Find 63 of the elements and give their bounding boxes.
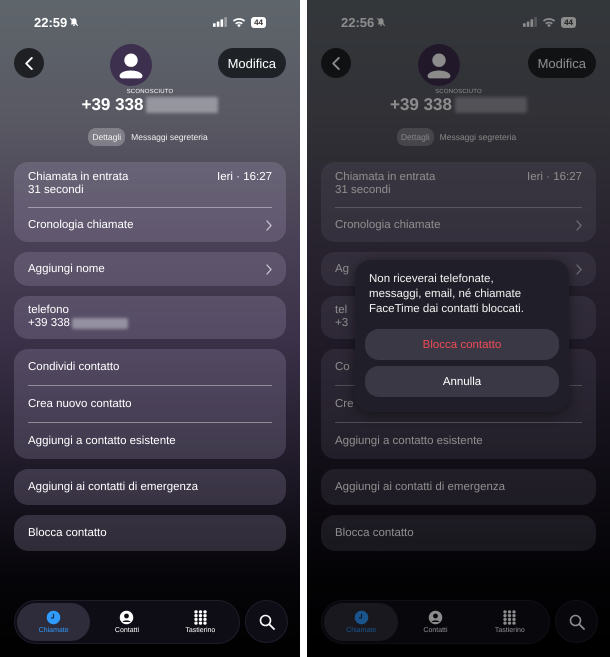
avatar-icon (418, 44, 460, 86)
chevron-left-icon (25, 56, 33, 70)
clock-icon (354, 610, 369, 625)
phone-number: +39 338 (390, 95, 452, 115)
row-label[interactable]: Cronologia chiamate (335, 218, 440, 232)
action-label[interactable]: Blocca contatto (28, 526, 107, 540)
call-type: Chiamata in entrata (335, 171, 436, 184)
muted-bell-icon (376, 17, 386, 27)
chevron-left-icon (332, 56, 340, 70)
keypad-icon (192, 610, 208, 625)
row-label[interactable]: Ag (335, 262, 350, 276)
phone-value[interactable]: +3 (335, 317, 348, 330)
segment-tab[interactable]: Dettagli (88, 128, 126, 146)
clock-icon (46, 610, 62, 625)
edit-button[interactable]: Modifica (528, 48, 596, 78)
chevron-right-icon[interactable] (576, 220, 582, 230)
chevron-right-icon[interactable] (576, 264, 582, 274)
phone-value[interactable]: +39 338 (28, 317, 70, 330)
block-button[interactable]: Blocca contatto (365, 329, 559, 360)
keypad-icon (502, 610, 518, 625)
action-label[interactable]: Aggiungi a contatto esistente (335, 434, 483, 448)
field-label: tel (335, 304, 348, 317)
search-button[interactable] (245, 600, 288, 643)
wifi-icon (232, 16, 246, 28)
action-label[interactable]: Aggiungi ai contatti di emergenza (28, 480, 198, 494)
battery-indicator: 44 (561, 16, 576, 28)
call-time: Ieri · 16:27 (527, 171, 582, 184)
segment-tab[interactable]: Messaggi segreteria (436, 128, 520, 146)
alert-message: Non riceverai telefonate, messaggi, email, né chiamate FaceTime dai contatti bloccati. (368, 272, 525, 317)
back-button[interactable] (321, 48, 351, 78)
call-duration: 31 secondi (335, 184, 392, 197)
search-icon (568, 614, 584, 630)
call-type: Chiamata in entrata (28, 171, 128, 184)
action-label[interactable]: Condividi contatto (28, 360, 120, 374)
row-label[interactable]: Aggiungi nome (28, 262, 105, 276)
back-button[interactable] (14, 48, 44, 78)
action-label[interactable]: Aggiungi ai contatti di emergenza (335, 480, 506, 494)
battery-indicator: 44 (251, 16, 266, 28)
action-label[interactable]: Co (335, 360, 350, 374)
wifi-icon (542, 16, 556, 28)
person-icon (428, 610, 443, 625)
chevron-right-icon[interactable] (266, 264, 272, 274)
row-label[interactable]: Cronologia chiamate (28, 218, 134, 232)
call-time: Ieri · 16:27 (217, 171, 272, 184)
call-duration: 31 secondi (28, 184, 85, 197)
action-label[interactable]: Crea nuovo contatto (28, 398, 132, 410)
muted-bell-icon (69, 17, 80, 27)
field-label: telefono (28, 304, 69, 317)
avatar-icon (110, 44, 152, 86)
phone-number: +39 338 (82, 95, 144, 115)
clock-time: 22:56 (341, 14, 374, 30)
action-label[interactable]: Blocca contatto (335, 526, 414, 540)
search-button[interactable] (555, 600, 598, 643)
edit-button[interactable]: Modifica (218, 48, 286, 78)
signal-icon (213, 17, 228, 27)
chevron-right-icon[interactable] (266, 220, 272, 230)
action-label[interactable]: Cre (335, 398, 354, 410)
action-label[interactable]: Aggiungi a contatto esistente (28, 434, 176, 448)
clock-time: 22:59 (34, 14, 68, 30)
search-icon (258, 614, 274, 630)
segment-tab[interactable]: Messaggi segreteria (127, 128, 212, 146)
person-icon (119, 610, 134, 625)
cancel-button[interactable]: Annulla (365, 366, 559, 397)
